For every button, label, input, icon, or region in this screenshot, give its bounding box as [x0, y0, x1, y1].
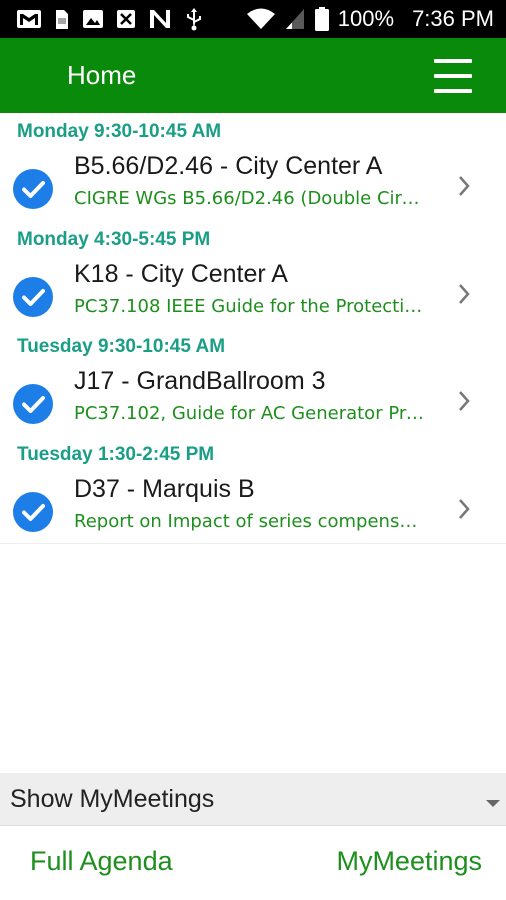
- wifi-icon: [246, 8, 275, 29]
- chevron-right-icon: [459, 499, 470, 519]
- meeting-title: K18 - City Center A: [74, 260, 288, 288]
- meeting-row[interactable]: K18 - City Center A PC37.108 IEEE Guide …: [0, 256, 506, 334]
- meeting-subtitle: CIGRE WGs B5.66/D2.46 (Double Circuit Li…: [74, 188, 424, 209]
- battery-icon: [314, 7, 329, 31]
- filter-selected-value: Show MyMeetings: [10, 785, 215, 813]
- battery-percent: 100%: [337, 6, 395, 31]
- section-header: Monday 9:30-10:45 AM: [17, 121, 222, 142]
- checkmark-icon[interactable]: [13, 384, 53, 424]
- section-header: Monday 4:30-5:45 PM: [17, 229, 211, 250]
- meeting-subtitle: PC37.102, Guide for AC Generator Protect…: [74, 403, 424, 424]
- meeting-row[interactable]: B5.66/D2.46 - City Center A CIGRE WGs B5…: [0, 148, 506, 226]
- meeting-subtitle: PC37.108 IEEE Guide for the Protection o…: [74, 296, 424, 317]
- section-header: Tuesday 9:30-10:45 AM: [17, 336, 226, 357]
- checkmark-icon[interactable]: [13, 277, 53, 317]
- status-bar: 100% 7:36 PM: [0, 0, 506, 38]
- meetings-filter-select[interactable]: Show MyMeetings: [0, 773, 506, 826]
- my-meetings-button[interactable]: MyMeetings: [336, 826, 482, 900]
- hamburger-menu-icon[interactable]: [434, 57, 472, 95]
- meeting-row[interactable]: J17 - GrandBallroom 3 PC37.102, Guide fo…: [0, 363, 506, 441]
- app-screen: 100% 7:36 PM Home Monday 9:30-10:45 AM B…: [0, 0, 506, 900]
- n-icon: [150, 10, 170, 28]
- sim-icon: [56, 10, 68, 29]
- dropdown-arrow-icon: [486, 800, 500, 807]
- meeting-title: D37 - Marquis B: [74, 475, 255, 503]
- page-title: Home: [67, 60, 137, 90]
- chevron-right-icon: [459, 284, 470, 304]
- meeting-row[interactable]: D37 - Marquis B Report on Impact of seri…: [0, 471, 506, 549]
- chevron-right-icon: [459, 391, 470, 411]
- full-agenda-button[interactable]: Full Agenda: [30, 826, 173, 900]
- meeting-title: J17 - GrandBallroom 3: [74, 367, 326, 395]
- meeting-subtitle: Report on Impact of series compensation: [74, 511, 424, 532]
- meeting-list: Monday 9:30-10:45 AM B5.66/D2.46 - City …: [0, 113, 506, 544]
- gmail-icon: [17, 10, 41, 28]
- app-bar: Home: [0, 38, 506, 113]
- chevron-right-icon: [459, 176, 470, 196]
- no-signal-icon: [117, 10, 135, 28]
- cell-signal-icon: [285, 9, 304, 29]
- bottom-tab-bar: Full Agenda MyMeetings: [0, 826, 506, 900]
- meeting-title: B5.66/D2.46 - City Center A: [74, 152, 383, 180]
- status-time: 7:36 PM: [412, 6, 494, 31]
- usb-icon: [187, 8, 201, 31]
- image-icon: [83, 10, 103, 28]
- status-right: 100% 7:36 PM: [246, 0, 494, 38]
- checkmark-icon[interactable]: [13, 492, 53, 532]
- notification-icons: [16, 6, 204, 32]
- section-header: Tuesday 1:30-2:45 PM: [17, 444, 215, 465]
- checkmark-icon[interactable]: [13, 169, 53, 209]
